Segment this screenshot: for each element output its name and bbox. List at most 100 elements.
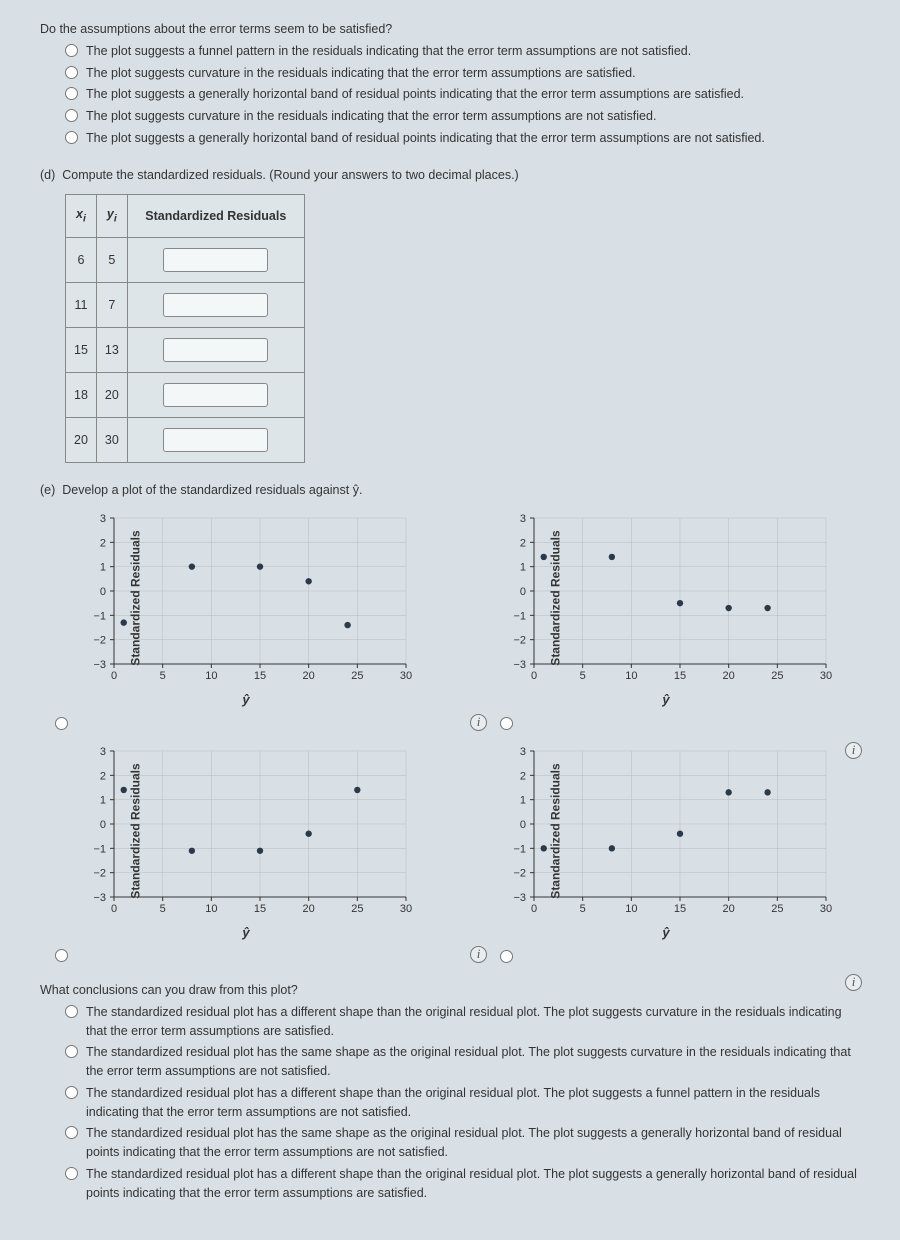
svg-text:30: 30 <box>820 670 832 682</box>
svg-text:−3: −3 <box>93 659 106 671</box>
radio-option[interactable] <box>65 1086 78 1099</box>
radio-option[interactable] <box>65 1167 78 1180</box>
x-axis-label: ŷ <box>496 690 836 710</box>
std-res-input[interactable] <box>163 338 268 362</box>
svg-text:30: 30 <box>400 670 412 682</box>
option-label: The plot suggests curvature in the resid… <box>86 107 656 126</box>
part-d-prompt: (d) Compute the standardized residuals. … <box>40 166 860 185</box>
col-std-res: Standardized Residuals <box>127 195 304 238</box>
radio-option[interactable] <box>65 1005 78 1018</box>
option-row[interactable]: The plot suggests a generally horizontal… <box>65 129 860 148</box>
std-res-input[interactable] <box>163 248 268 272</box>
radio-option[interactable] <box>65 44 78 57</box>
table-row: 1513 <box>66 328 305 373</box>
svg-text:10: 10 <box>205 670 217 682</box>
radio-option[interactable] <box>65 1045 78 1058</box>
radio-option[interactable] <box>65 87 78 100</box>
option-label: The standardized residual plot has a dif… <box>86 1084 860 1122</box>
info-icon[interactable]: i <box>470 714 487 731</box>
table-row: 2030 <box>66 418 305 463</box>
cell-input <box>127 328 304 373</box>
radio-option[interactable] <box>65 66 78 79</box>
chart-radio[interactable] <box>55 949 68 962</box>
option-label: The plot suggests a generally horizontal… <box>86 129 765 148</box>
part-label: (d) <box>40 168 55 182</box>
option-label: The plot suggests curvature in the resid… <box>86 64 636 83</box>
chart-option-3: Standardized Residuals 051015202530−3−2−… <box>50 741 440 964</box>
svg-text:0: 0 <box>111 903 117 915</box>
option-row[interactable]: The standardized residual plot has a dif… <box>65 1165 860 1203</box>
cell-x: 6 <box>66 238 97 283</box>
chart-option-4: Standardized Residuals 051015202530−3−2−… <box>470 741 860 964</box>
svg-text:2: 2 <box>100 537 106 549</box>
radio-option[interactable] <box>65 109 78 122</box>
option-label: The plot suggests a funnel pattern in th… <box>86 42 691 61</box>
option-row[interactable]: The plot suggests a funnel pattern in th… <box>65 42 860 61</box>
svg-text:30: 30 <box>400 903 412 915</box>
chart-1: Standardized Residuals 051015202530−3−2−… <box>76 508 416 688</box>
svg-text:15: 15 <box>254 670 266 682</box>
svg-text:20: 20 <box>723 903 735 915</box>
info-icon[interactable]: i <box>845 974 862 991</box>
question-assumptions: Do the assumptions about the error terms… <box>40 20 860 148</box>
cell-y: 20 <box>96 373 127 418</box>
chart-radio[interactable] <box>55 717 68 730</box>
std-res-input[interactable] <box>163 383 268 407</box>
svg-text:3: 3 <box>100 746 106 758</box>
svg-text:1: 1 <box>520 794 526 806</box>
svg-text:1: 1 <box>520 562 526 574</box>
svg-text:0: 0 <box>111 670 117 682</box>
svg-text:5: 5 <box>160 670 166 682</box>
radio-option[interactable] <box>65 1126 78 1139</box>
option-label: The standardized residual plot has the s… <box>86 1043 860 1081</box>
svg-text:5: 5 <box>160 903 166 915</box>
option-label: The plot suggests a generally horizontal… <box>86 85 744 104</box>
svg-text:1: 1 <box>100 562 106 574</box>
option-row[interactable]: The standardized residual plot has a dif… <box>65 1084 860 1122</box>
svg-text:−2: −2 <box>513 867 526 879</box>
option-row[interactable]: The plot suggests a generally horizontal… <box>65 85 860 104</box>
svg-text:25: 25 <box>771 903 783 915</box>
option-row[interactable]: The plot suggests curvature in the resid… <box>65 64 860 83</box>
svg-text:−1: −1 <box>93 610 106 622</box>
svg-text:−2: −2 <box>93 635 106 647</box>
chart-radio[interactable] <box>500 950 513 963</box>
charts-grid: Standardized Residuals 051015202530−3−2−… <box>50 508 860 963</box>
svg-text:10: 10 <box>625 903 637 915</box>
option-row[interactable]: The standardized residual plot has the s… <box>65 1043 860 1081</box>
y-axis-label: Standardized Residuals <box>127 763 145 898</box>
table-row: 117 <box>66 283 305 328</box>
svg-text:3: 3 <box>100 513 106 525</box>
option-row[interactable]: The standardized residual plot has a dif… <box>65 1003 860 1041</box>
svg-text:0: 0 <box>100 586 106 598</box>
std-res-input[interactable] <box>163 428 268 452</box>
x-axis-label: ŷ <box>76 923 416 943</box>
info-icon[interactable]: i <box>470 946 487 963</box>
radio-option[interactable] <box>65 131 78 144</box>
svg-text:1: 1 <box>100 794 106 806</box>
svg-text:5: 5 <box>580 670 586 682</box>
option-row[interactable]: The standardized residual plot has the s… <box>65 1124 860 1162</box>
svg-text:10: 10 <box>625 670 637 682</box>
y-axis-label: Standardized Residuals <box>547 530 565 665</box>
x-axis-label: ŷ <box>496 923 836 943</box>
svg-text:2: 2 <box>100 770 106 782</box>
cell-y: 13 <box>96 328 127 373</box>
svg-text:25: 25 <box>351 903 363 915</box>
std-res-input[interactable] <box>163 293 268 317</box>
svg-text:0: 0 <box>520 586 526 598</box>
chart-radio[interactable] <box>500 717 513 730</box>
svg-text:20: 20 <box>303 670 315 682</box>
part-d-text: Compute the standardized residuals. (Rou… <box>62 168 518 182</box>
chart-3: Standardized Residuals 051015202530−3−2−… <box>76 741 416 921</box>
svg-text:25: 25 <box>771 670 783 682</box>
svg-text:10: 10 <box>205 903 217 915</box>
cell-y: 5 <box>96 238 127 283</box>
svg-text:−1: −1 <box>513 610 526 622</box>
svg-text:−3: −3 <box>513 659 526 671</box>
option-label: The standardized residual plot has a dif… <box>86 1165 860 1203</box>
svg-text:5: 5 <box>580 903 586 915</box>
svg-text:0: 0 <box>531 670 537 682</box>
svg-text:15: 15 <box>674 670 686 682</box>
option-row[interactable]: The plot suggests curvature in the resid… <box>65 107 860 126</box>
